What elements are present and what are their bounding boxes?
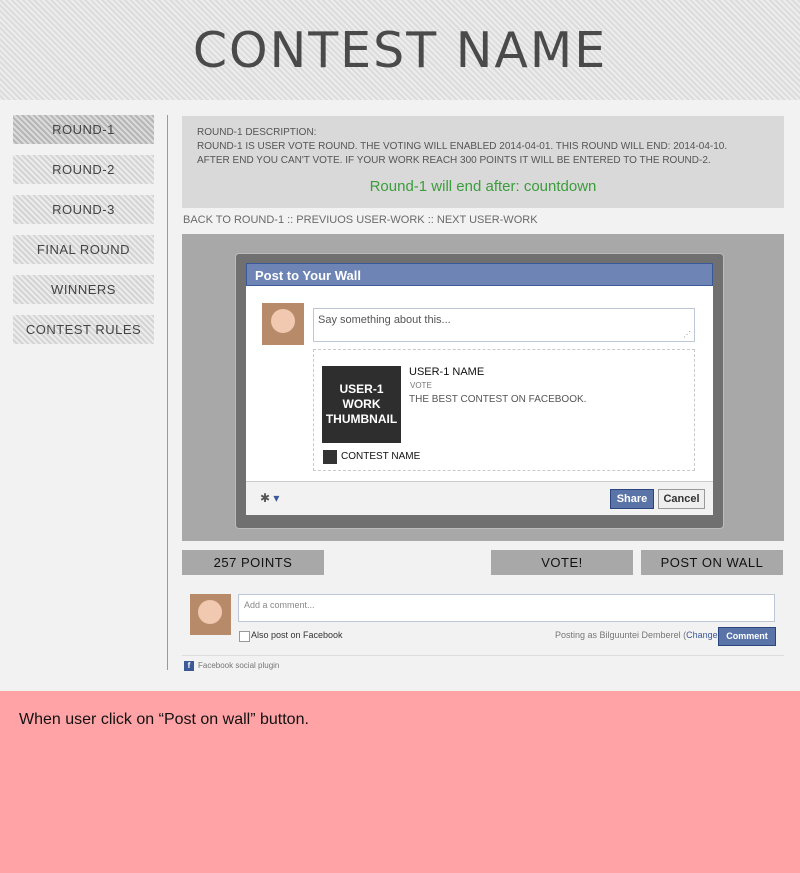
preview-vote-label: VOTE <box>410 381 432 390</box>
post-on-wall-button[interactable]: POST ON WALL <box>641 550 783 575</box>
sidebar-item-round-2[interactable]: ROUND-2 <box>13 155 154 184</box>
vote-button[interactable]: VOTE! <box>491 550 633 575</box>
round-description-text: ROUND-1 DESCRIPTION: ROUND-1 IS USER VOT… <box>197 126 782 168</box>
preview-description: THE BEST CONTEST ON FACEBOOK. <box>409 394 587 405</box>
facebook-comments-box: Add a comment... Also post on Facebook P… <box>182 590 784 655</box>
shared-link-preview: USER-1 WORK THUMBNAIL USER-1 NAME VOTE T… <box>313 349 695 471</box>
points-display: 257 POINTS <box>182 550 324 575</box>
contest-title: CONTEST NAME <box>192 22 608 79</box>
comment-button[interactable]: Comment <box>718 627 776 646</box>
avatar-face <box>198 600 222 624</box>
sidebar-item-final-round[interactable]: FINAL ROUND <box>13 235 154 264</box>
plugin-label: Facebook social plugin <box>198 661 280 671</box>
nav-separator: :: <box>284 214 297 226</box>
post-to-wall-dialog-frame: Post to Your Wall Say something about th… <box>235 253 724 529</box>
change-user-link[interactable]: Change <box>686 630 718 640</box>
back-to-round-link[interactable]: BACK TO ROUND-1 <box>183 214 284 226</box>
next-work-link[interactable]: NEXT USER-WORK <box>437 214 538 226</box>
sidebar-nav: ROUND-1 ROUND-2 ROUND-3 FINAL ROUND WINN… <box>13 115 154 355</box>
post-to-wall-dialog: Post to Your Wall Say something about th… <box>246 263 713 515</box>
site-icon <box>323 450 337 464</box>
sidebar-item-contest-rules[interactable]: CONTEST RULES <box>13 315 154 344</box>
description-line-1: ROUND-1 IS USER VOTE ROUND. THE VOTING W… <box>197 141 728 152</box>
commenter-avatar <box>190 594 231 635</box>
work-navigation: BACK TO ROUND-1 :: PREVIUOS USER-WORK ::… <box>183 214 538 226</box>
sidebar-divider <box>167 115 168 670</box>
description-heading: ROUND-1 DESCRIPTION: <box>197 127 317 138</box>
previous-work-link[interactable]: PREVIUOS USER-WORK <box>296 214 424 226</box>
description-line-2: AFTER END YOU CAN'T VOTE. IF YOUR WORK R… <box>197 155 711 166</box>
posting-as-name: Posting as Bilguuntei Demberel <box>555 630 681 640</box>
round-description-panel: ROUND-1 DESCRIPTION: ROUND-1 IS USER VOT… <box>182 116 784 208</box>
annotation-note: When user click on “Post on wall” button… <box>0 691 800 873</box>
share-button[interactable]: Share <box>610 489 654 509</box>
preview-user-name[interactable]: USER-1 NAME <box>409 366 484 378</box>
cancel-button[interactable]: Cancel <box>658 489 705 509</box>
dialog-footer: ✱ ▾ Share Cancel <box>246 481 713 515</box>
comments-divider <box>182 655 784 656</box>
facebook-plugin-credit[interactable]: f Facebook social plugin <box>184 661 279 671</box>
also-post-checkbox[interactable] <box>239 631 250 642</box>
sidebar-item-round-3[interactable]: ROUND-3 <box>13 195 154 224</box>
posting-as-text: Posting as Bilguuntei Demberel (Change) <box>555 630 721 640</box>
page-header: CONTEST NAME <box>0 0 800 100</box>
annotation-text: When user click on “Post on wall” button… <box>19 711 309 728</box>
resize-handle-icon[interactable]: ⋰ <box>683 330 691 339</box>
nav-separator: :: <box>424 214 437 226</box>
comment-input[interactable]: Add a comment... <box>238 594 775 622</box>
dialog-title: Post to Your Wall <box>246 263 713 286</box>
avatar <box>262 303 304 345</box>
preview-site-name: CONTEST NAME <box>341 451 421 462</box>
countdown-text: Round-1 will end after: countdown <box>369 178 597 195</box>
sidebar-item-winners[interactable]: WINNERS <box>13 275 154 304</box>
also-post-label: Also post on Facebook <box>251 630 343 640</box>
work-thumbnail: USER-1 WORK THUMBNAIL <box>322 366 401 443</box>
avatar-face <box>271 309 295 333</box>
status-input[interactable]: Say something about this... ⋰ <box>313 308 695 342</box>
sidebar-item-round-1[interactable]: ROUND-1 <box>13 115 154 144</box>
facebook-icon: f <box>184 661 194 671</box>
privacy-gear-icon[interactable]: ✱ ▾ <box>260 491 279 505</box>
